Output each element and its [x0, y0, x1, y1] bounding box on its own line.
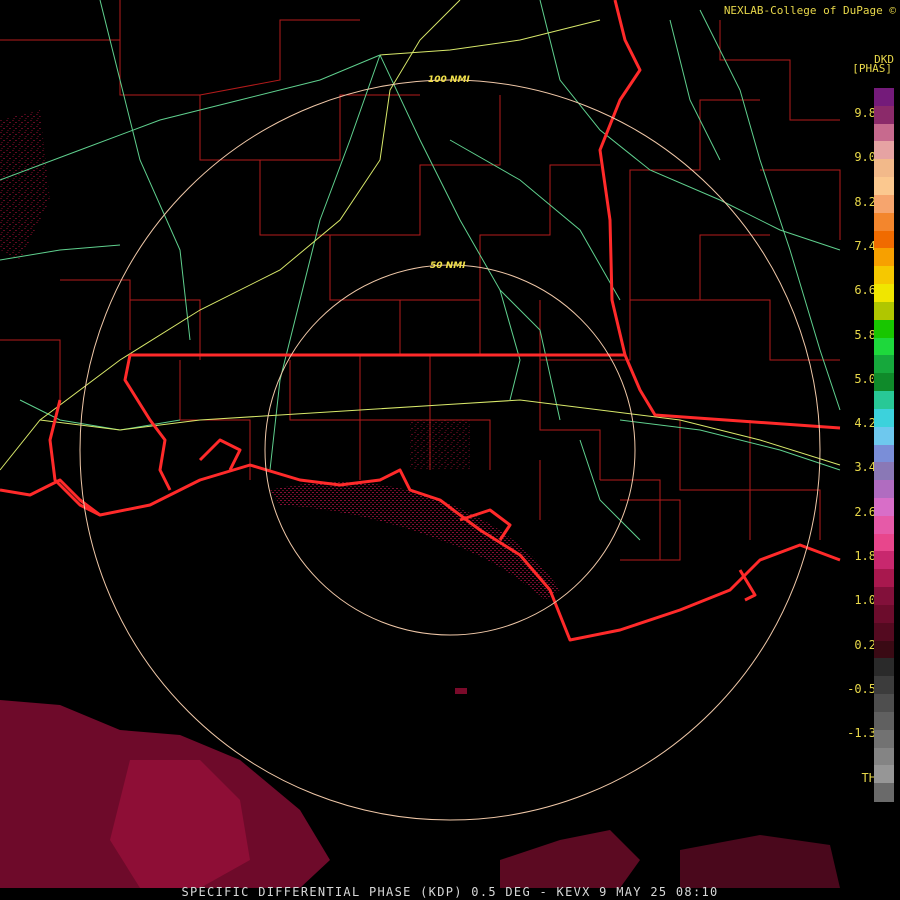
color-scale-segment — [874, 676, 894, 695]
color-scale-segment — [874, 551, 894, 570]
color-scale-segment — [874, 604, 894, 624]
color-scale-tick-label: 9.8 — [854, 106, 876, 120]
color-scale-segment — [874, 177, 894, 196]
color-scale-segment — [874, 319, 894, 339]
color-scale-tick-label: 5.8 — [854, 327, 876, 342]
color-scale-tick-label: 0.2 — [854, 637, 876, 652]
color-scale-tick-label: 1.8 — [854, 549, 876, 563]
color-scale-segment — [874, 533, 894, 553]
color-scale-segment — [874, 658, 894, 677]
color-scale-segment — [874, 105, 894, 125]
color-scale-segment — [874, 711, 894, 731]
echo-small-cell — [455, 688, 467, 694]
color-scale-segment — [874, 248, 894, 267]
color-scale-tick-label: 2.6 — [854, 504, 876, 519]
color-scale-tick-label: 9.0 — [854, 150, 876, 165]
color-scale-segment — [874, 640, 894, 659]
color-scale-segment — [874, 123, 894, 143]
color-scale-segment — [874, 301, 894, 321]
color-scale-segment — [874, 747, 894, 766]
color-scale-tick-label: 4.2 — [854, 416, 876, 431]
color-scale-tick-label: 7.4 — [854, 238, 876, 253]
echo-inland-scatter — [410, 420, 470, 470]
color-scale-segment — [874, 694, 894, 713]
product-caption: SPECIFIC DIFFERENTIAL PHASE (KDP) 0.5 DE… — [181, 885, 719, 899]
color-scale-bar — [874, 88, 894, 802]
color-scale-segment — [874, 444, 894, 463]
color-scale-tick-label: -0.5 — [847, 681, 876, 696]
color-scale-segment — [874, 88, 894, 107]
color-scale-labels: 9.8 9.0 8.2 7.4 6.6 5.8 5.0 4.2 3.4 2.6 1.8 1.0 0.2 -… — [836, 0, 876, 900]
range-ring-label-50: 50 NMI — [430, 261, 466, 271]
color-scale-segment — [874, 266, 894, 285]
color-scale-segment — [874, 230, 894, 250]
color-scale-segment — [874, 408, 894, 428]
color-scale-segment — [874, 569, 894, 588]
color-scale-segment — [874, 159, 894, 178]
color-scale-segment — [874, 284, 894, 303]
color-scale-segment — [874, 194, 894, 214]
color-scale-tick-label: 8.2 — [854, 194, 876, 209]
color-scale-segment — [874, 462, 894, 481]
color-scale-segment — [874, 337, 894, 356]
color-scale-tick-label: 5.0 — [854, 371, 876, 386]
color-scale-segment — [874, 141, 894, 160]
color-scale-segment — [874, 426, 894, 446]
color-scale-segment — [874, 480, 894, 499]
color-scale-tick-label: TH — [861, 770, 876, 785]
range-ring-label-100: 100 NMI — [428, 75, 470, 85]
color-scale-segment — [874, 765, 894, 784]
color-scale-segment — [874, 497, 894, 517]
color-scale-tick-label: 6.6 — [854, 283, 876, 298]
color-scale-segment — [874, 729, 894, 749]
color-scale-tick-label: 1.0 — [854, 593, 876, 608]
color-scale-segment — [874, 515, 894, 535]
radar-map: 50 NMI 100 NMI — [0, 0, 900, 900]
color-scale-segment — [874, 212, 894, 232]
color-scale-segment — [874, 391, 894, 410]
color-scale-segment — [874, 373, 894, 392]
color-scale-tick-label: -1.3 — [847, 726, 876, 741]
color-scale-segment — [874, 622, 894, 642]
color-scale-segment — [874, 355, 894, 374]
color-scale-tick-label: 3.4 — [854, 460, 876, 475]
color-scale-segment — [874, 587, 894, 606]
color-scale-segment — [874, 783, 894, 802]
